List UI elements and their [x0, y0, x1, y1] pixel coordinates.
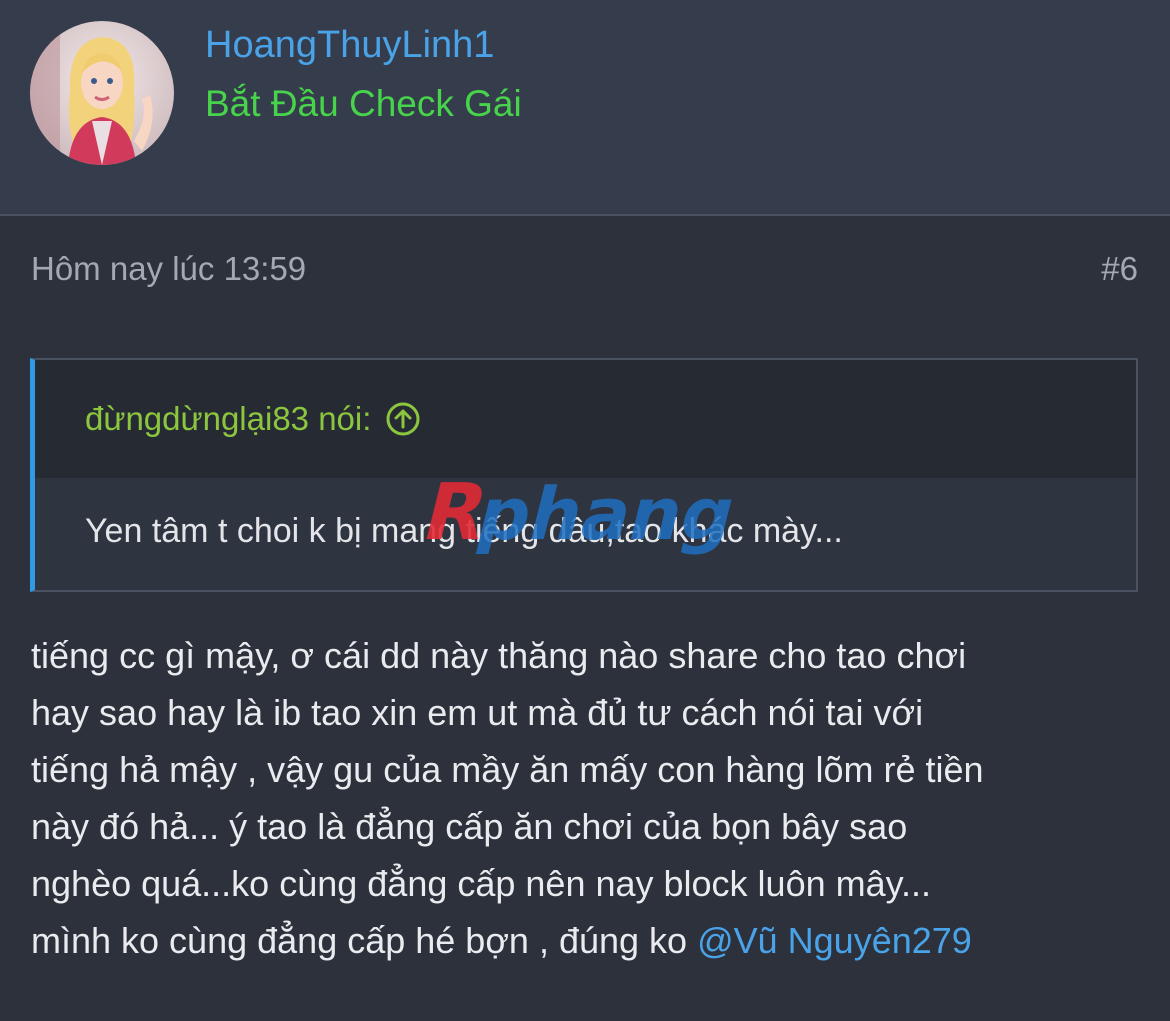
mention-link[interactable]: @Vũ Nguyên279 — [697, 920, 972, 961]
post-body-line-text: mình ko cùng đẳng cấp hé bợn , đúng ko — [31, 920, 698, 961]
post-body-line: này đó hả... ý tao là đẳng cấp ăn chơi c… — [31, 806, 908, 847]
post-body-line: tiếng hả mậy , vậy gu của mầy ăn mấy con… — [31, 749, 984, 790]
quote-header: đừngdừnglại83 nói: — [35, 360, 1136, 478]
post-header: HoangThuyLinh1 Bắt Đầu Check Gái — [0, 0, 1170, 216]
quote-author-label: đừngdừnglại83 nói: — [85, 400, 372, 437]
post-body-line-last: mình ko cùng đẳng cấp hé bợn , đúng ko @… — [31, 912, 1141, 969]
post-body-line: hay sao hay là ib tao xin em ut mà đủ tư… — [31, 692, 924, 733]
post-body: tiếng cc gì mậy, ơ cái dd này thăng nào … — [31, 627, 1141, 969]
post-body-line: nghèo quá...ko cùng đẳng cấp nên nay blo… — [31, 863, 931, 904]
quote-author[interactable]: đừngdừnglại83 nói: — [85, 400, 421, 438]
post-number[interactable]: #6 — [1101, 250, 1138, 288]
user-avatar[interactable] — [30, 21, 174, 165]
post-body-line: tiếng cc gì mậy, ơ cái dd này thăng nào … — [31, 635, 967, 676]
user-title: Bắt Đầu Check Gái — [205, 83, 522, 124]
username-link[interactable]: HoangThuyLinh1 — [205, 24, 494, 67]
arrow-up-circle-icon[interactable] — [385, 401, 421, 437]
svg-text:phang: phang — [469, 473, 744, 557]
watermark-logo: R phang — [410, 465, 770, 560]
post-timestamp[interactable]: Hôm nay lúc 13:59 — [31, 250, 306, 288]
